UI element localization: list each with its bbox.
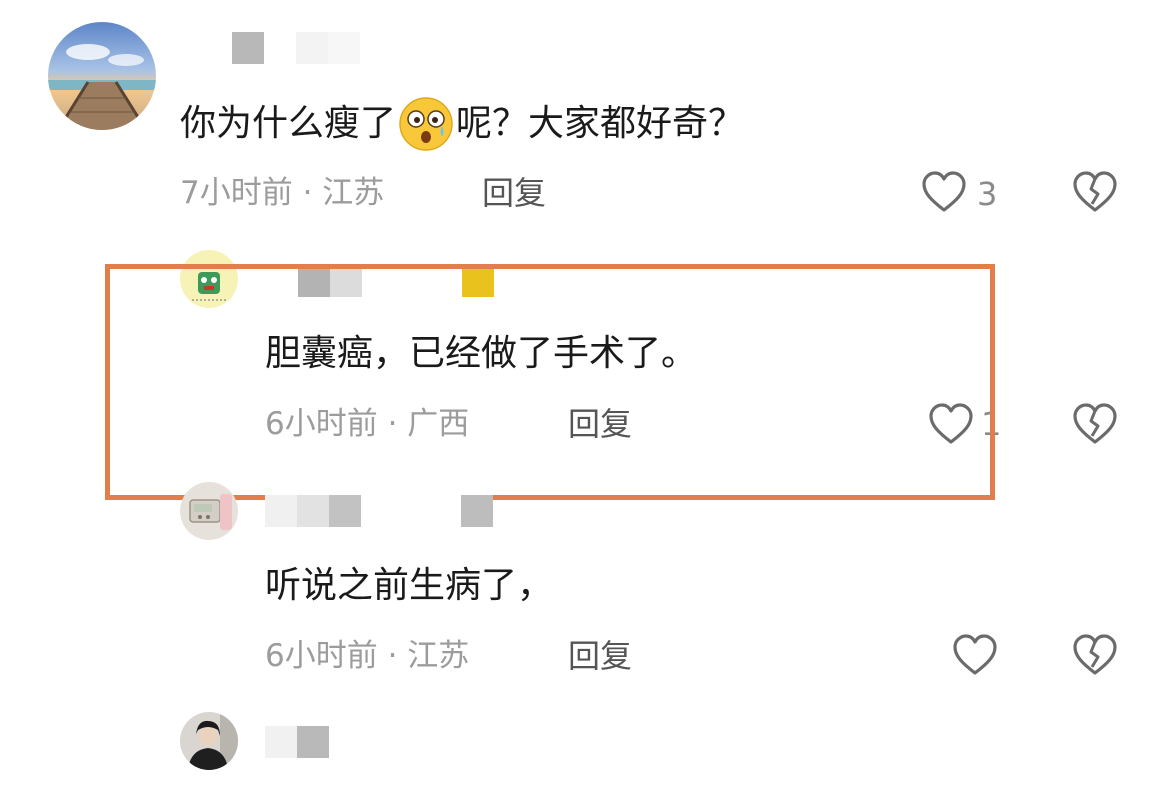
reply-button[interactable]: 回复 xyxy=(568,404,632,444)
heart-outline-icon[interactable] xyxy=(921,170,967,214)
heart-outline-icon[interactable] xyxy=(928,402,974,446)
cartoon-avatar-image xyxy=(180,250,238,308)
comment-meta: 6小时前 · 江苏 xyxy=(265,638,470,674)
username-redacted[interactable] xyxy=(265,495,493,527)
comment-meta: 7小时前 · 江苏 xyxy=(180,175,385,211)
comment-text-part: 你为什么瘦了 xyxy=(180,103,397,144)
broken-heart-icon[interactable] xyxy=(1072,170,1118,214)
comment-text: 听说之前生病了， xyxy=(265,565,554,606)
username-redacted[interactable] xyxy=(265,726,329,758)
user-avatar[interactable] xyxy=(180,250,238,308)
comment-text: 胆囊癌，已经做了手术了。 xyxy=(265,333,698,374)
shocked-face-emoji-icon xyxy=(398,96,454,152)
heart-outline-icon[interactable] xyxy=(952,633,998,677)
boardwalk-sunset-image xyxy=(48,22,156,130)
person-photo-image xyxy=(180,712,238,770)
comment-thread: 你为什么瘦了 呢？大家都好奇？ 7小时前 · 江苏 回复 3 胆囊癌，已经做了手… xyxy=(0,0,1170,790)
comment-text-part: 呢？大家都好奇？ xyxy=(456,103,745,144)
highlight-box xyxy=(105,264,995,500)
username-redacted[interactable] xyxy=(298,265,494,297)
comment-text: 你为什么瘦了 呢？大家都好奇？ xyxy=(180,96,744,152)
like-count: 1 xyxy=(981,405,1002,443)
comment-meta: 6小时前 · 广西 xyxy=(265,406,470,442)
broken-heart-icon[interactable] xyxy=(1072,402,1118,446)
user-avatar[interactable] xyxy=(180,712,238,770)
device-photo-image xyxy=(180,482,238,540)
reply-button[interactable]: 回复 xyxy=(482,173,546,213)
user-avatar[interactable] xyxy=(48,22,156,130)
username-redacted[interactable] xyxy=(232,32,360,64)
user-avatar[interactable] xyxy=(180,482,238,540)
reply-button[interactable]: 回复 xyxy=(568,636,632,676)
broken-heart-icon[interactable] xyxy=(1072,633,1118,677)
like-count: 3 xyxy=(977,175,998,213)
